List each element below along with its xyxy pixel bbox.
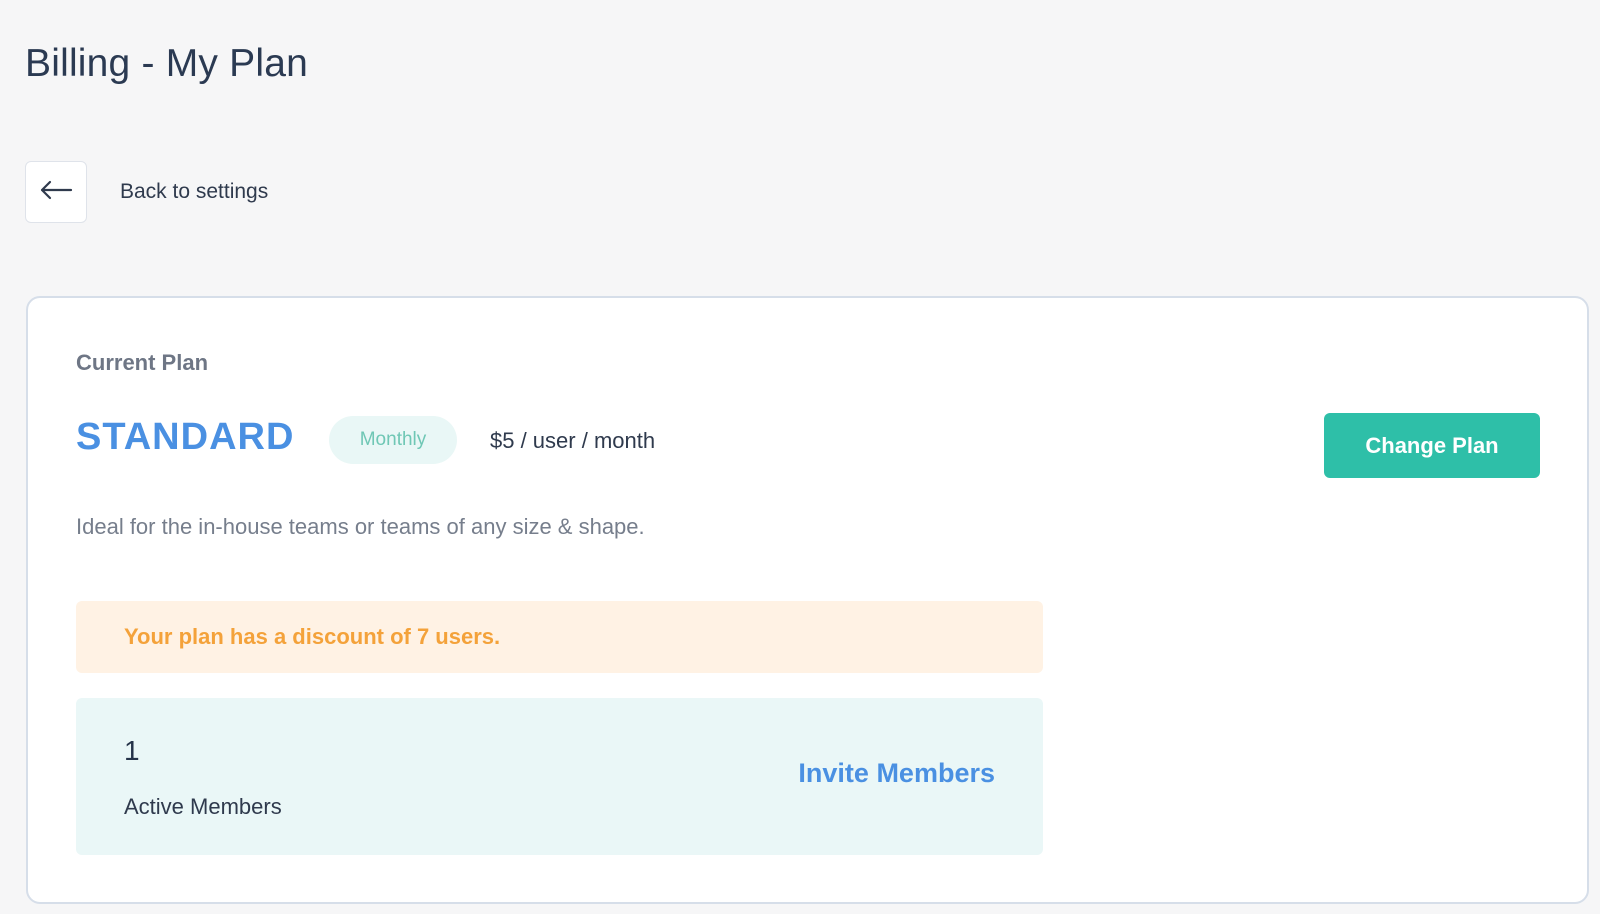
back-button[interactable] [25, 161, 87, 223]
active-members-count: 1 [124, 735, 140, 766]
plan-description: Ideal for the in-house teams or teams of… [76, 514, 645, 539]
current-plan-label: Current Plan [76, 350, 209, 375]
arrow-left-icon [39, 179, 73, 206]
back-navigation: Back to settings [25, 161, 268, 223]
active-members-panel: 1 Active Members Invite Members [76, 698, 1043, 855]
discount-banner: Your plan has a discount of 7 users. [76, 601, 1043, 673]
current-plan-card: Current Plan STANDARD Monthly $5 / user … [26, 296, 1589, 904]
page-title: Billing - My Plan [25, 42, 308, 85]
plan-price: $5 / user / month [490, 428, 656, 453]
billing-period-badge: Monthly [329, 416, 457, 464]
change-plan-button[interactable]: Change Plan [1324, 413, 1540, 478]
active-members-label: Active Members [124, 794, 282, 819]
discount-message: Your plan has a discount of 7 users. [124, 624, 501, 649]
back-to-settings-link[interactable]: Back to settings [120, 180, 268, 204]
invite-members-link[interactable]: Invite Members [798, 758, 995, 789]
plan-name: STANDARD [76, 416, 295, 458]
